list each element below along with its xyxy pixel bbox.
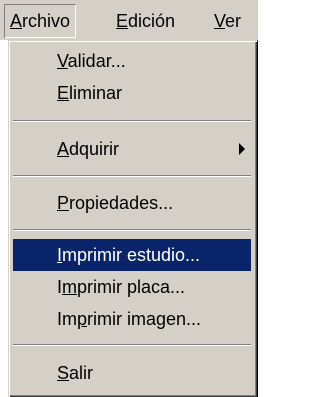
menu-archivo[interactable]: Archivo <box>4 4 76 38</box>
menu-edicion-post: dición <box>128 11 176 31</box>
menu-archivo-accel: A <box>10 11 23 31</box>
menu-ver-post: er <box>225 11 242 31</box>
menu-item-imprimir-placa[interactable]: Imprimir placa... <box>13 271 251 303</box>
menu-item-eliminar[interactable]: Eliminar <box>13 77 251 109</box>
menu-item-accel: p <box>77 309 88 329</box>
menu-edicion[interactable]: Edición <box>110 4 181 38</box>
menu-separator <box>13 229 251 231</box>
menu-item-accel: V <box>57 51 68 71</box>
menu-edicion-accel: E <box>116 11 129 31</box>
menu-item-accel: m <box>62 277 78 297</box>
menu-item-post: mprimir estudio... <box>62 245 201 265</box>
menu-separator <box>13 120 251 122</box>
menu-item-post: dquirir <box>69 139 120 159</box>
menu-item-post: alidar... <box>67 51 126 71</box>
menu-ver[interactable]: Ver <box>208 4 247 38</box>
menu-item-post: alir <box>69 363 94 383</box>
menu-item-post: ropiedades... <box>69 193 174 213</box>
menu-item-pre: Im <box>57 309 77 329</box>
menu-item-imprimir-imagen[interactable]: Imprimir imagen... <box>13 303 251 335</box>
menu-separator <box>13 175 251 177</box>
menu-item-post: rimir imagen... <box>87 309 202 329</box>
menu-item-salir[interactable]: Salir <box>13 357 251 389</box>
submenu-arrow-icon <box>239 143 245 155</box>
menu-archivo-post: rchivo <box>22 11 71 31</box>
archivo-dropdown-menu: Validar... Eliminar Adquirir Propiedades… <box>8 40 258 397</box>
menu-separator <box>13 344 251 346</box>
menu-item-accel: S <box>57 363 70 383</box>
menu-item-imprimir-estudio[interactable]: Imprimir estudio... <box>13 239 251 271</box>
menu-item-accel: E <box>57 83 70 103</box>
menu-item-post: primir placa... <box>77 277 186 297</box>
menu-bar: Archivo Edición Ver <box>0 0 258 40</box>
menu-item-accel: P <box>57 193 70 213</box>
menu-item-propiedades[interactable]: Propiedades... <box>13 187 251 219</box>
menu-ver-accel: V <box>214 11 226 31</box>
menu-item-adquirir[interactable]: Adquirir <box>13 133 251 165</box>
menu-item-post: liminar <box>69 83 123 103</box>
menu-item-accel: A <box>57 139 70 159</box>
menu-item-validar[interactable]: Validar... <box>13 45 251 77</box>
